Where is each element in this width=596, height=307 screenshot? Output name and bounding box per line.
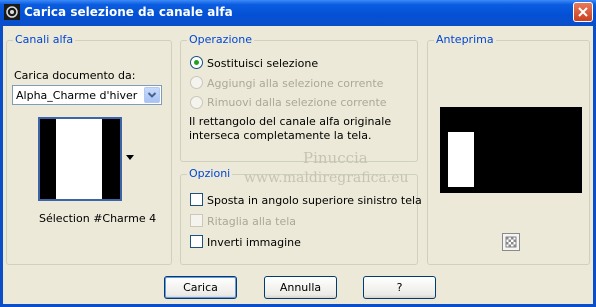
radio-replace-selection[interactable] (190, 56, 203, 69)
operation-info-line2: interseca completamente la tela. (189, 129, 372, 142)
triangle-down-icon (126, 155, 134, 160)
options-legend: Opzioni (187, 167, 233, 180)
cancel-button[interactable]: Annulla (264, 276, 337, 299)
checkbox-move-top-left[interactable] (190, 193, 203, 206)
document-select-value: Alpha_Charme d'hiver (16, 89, 138, 102)
checkbox-invert-image-label[interactable]: Inverti immagine (207, 236, 301, 249)
operation-legend: Operazione (187, 33, 254, 46)
alpha-channels-legend: Canali alfa (13, 33, 76, 46)
checkbox-clip-to-canvas[interactable] (190, 214, 203, 227)
help-button[interactable]: ? (363, 276, 436, 299)
checkbox-clip-to-canvas-label[interactable]: Ritaglia alla tela (207, 215, 296, 228)
selection-name: Sélection #Charme 4 (39, 212, 157, 225)
preview-canvas (440, 107, 582, 193)
radio-remove-selection-label[interactable]: Rimuovi dalla selezione corrente (207, 96, 387, 109)
radio-add-selection[interactable] (190, 76, 203, 89)
close-icon (578, 7, 588, 17)
app-icon (4, 4, 20, 20)
preview-zoom-button[interactable] (502, 233, 520, 251)
radio-replace-selection-label[interactable]: Sostituisci selezione (207, 57, 318, 70)
checkerboard-icon (505, 236, 517, 248)
radio-add-selection-label[interactable]: Aggiungi alla selezione corrente (207, 77, 383, 90)
watermark-url: www.maldiregrafica.eu (244, 170, 409, 186)
load-button[interactable]: Carica (164, 276, 237, 299)
chevron-down-icon[interactable] (144, 87, 160, 103)
selection-thumbnail[interactable] (38, 117, 122, 201)
close-button[interactable] (573, 2, 593, 22)
load-document-label: Carica documento da: (14, 69, 136, 82)
thumbnail-dropdown-button[interactable] (124, 117, 136, 201)
title-bar[interactable]: Carica selezione da canale alfa (0, 0, 596, 26)
radio-checked-dot (194, 60, 199, 65)
window-title: Carica selezione da canale alfa (24, 5, 233, 19)
checkbox-invert-image[interactable] (190, 235, 203, 248)
radio-remove-selection[interactable] (190, 96, 203, 109)
document-select[interactable]: Alpha_Charme d'hiver (12, 85, 162, 105)
checkbox-move-top-left-label[interactable]: Sposta in angolo superiore sinistro tela (207, 194, 422, 207)
operation-info-line1: Il rettangolo del canale alfa originale (189, 115, 392, 128)
preview-selection (448, 132, 474, 187)
preview-legend: Anteprima (434, 33, 496, 46)
watermark-name: Pinuccia (303, 149, 368, 167)
